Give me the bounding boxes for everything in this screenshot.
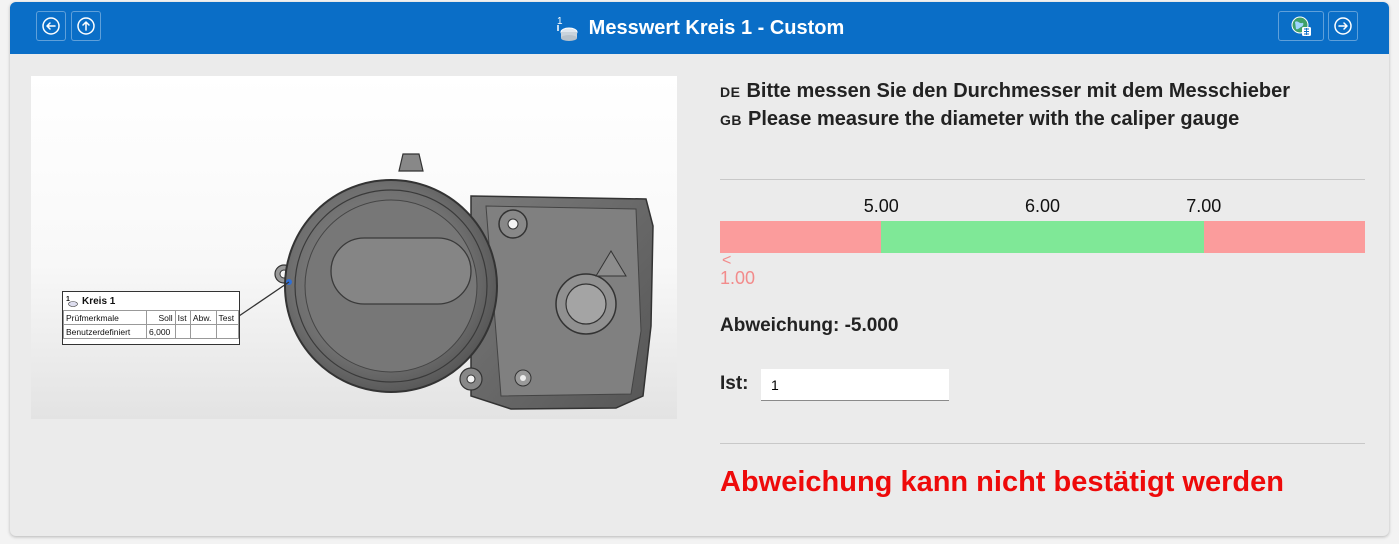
- ist-label: Ist:: [720, 373, 749, 394]
- tolerance-low-zone: [720, 221, 882, 253]
- instruction-gb: GB Please measure the diameter with the c…: [720, 108, 1239, 131]
- divider: [720, 179, 1365, 180]
- table-row: Benutzerdefiniert 6,000: [63, 324, 239, 339]
- language-code: GB: [720, 112, 742, 128]
- scale-tick-label: 6.00: [1024, 196, 1061, 216]
- header-title-area: 1 Messwert Kreis 1 - Custom: [10, 2, 1389, 54]
- globe-language-icon: [1291, 16, 1311, 36]
- callout-grid: Prüfmerkmale Soll Ist Abw. Test Benutzer…: [63, 310, 239, 339]
- part-drawing-image: 1 Kreis 1 Prüfmerkmale Soll Ist Abw. Tes…: [31, 76, 677, 419]
- instruction-text: Bitte messen Sie den Durchmesser mit dem…: [746, 80, 1290, 102]
- callout-title: Kreis 1: [82, 295, 116, 307]
- table-cell: [174, 324, 191, 339]
- deviation-display: Abweichung: -5.000: [720, 315, 898, 337]
- language-button[interactable]: [1278, 11, 1324, 41]
- measurement-panel: 1 Messwert Kreis 1 - Custom 1 Kreis 1 Pr…: [10, 2, 1389, 536]
- column-header: Prüfmerkmale: [63, 310, 147, 325]
- header-bar: 1 Messwert Kreis 1 - Custom: [10, 2, 1389, 54]
- table-cell: [215, 324, 239, 339]
- page-title: Messwert Kreis 1 - Custom: [588, 16, 845, 39]
- forward-arrow-icon: [1334, 17, 1352, 35]
- language-code: DE: [720, 84, 741, 100]
- scale-tick-label: 5.00: [863, 196, 899, 216]
- column-header: Ist: [174, 310, 191, 325]
- instruction-de: DE Bitte messen Sie den Durchmesser mit d…: [720, 80, 1290, 103]
- column-header: Soll: [146, 310, 176, 325]
- deviation-label: Abweichung:: [720, 315, 840, 336]
- deviation-value: -5.000: [844, 315, 899, 336]
- table-cell: Benutzerdefiniert: [63, 324, 147, 339]
- table-cell: 6,000: [146, 324, 176, 339]
- divider: [720, 443, 1365, 444]
- feature-callout-table: 1 Kreis 1 Prüfmerkmale Soll Ist Abw. Tes…: [62, 291, 240, 345]
- table-header-row: Prüfmerkmale Soll Ist Abw. Test: [63, 310, 239, 325]
- instruction-text: Please measure the diameter with the cal…: [748, 108, 1240, 130]
- tolerance-high-zone: [1203, 221, 1365, 253]
- column-header: Test: [215, 310, 239, 325]
- tolerance-bar: [720, 221, 1365, 253]
- caliper-circle-icon: 1: [557, 16, 578, 41]
- ist-input[interactable]: [761, 369, 949, 401]
- engine-cover-drawing: [238, 153, 654, 410]
- tolerance-ok-zone: [881, 221, 1204, 253]
- scale-tick-label: 7.00: [1186, 196, 1222, 216]
- caliper-circle-icon: 1: [66, 296, 78, 307]
- callout-header: 1 Kreis 1: [63, 292, 239, 310]
- table-cell: [189, 324, 217, 339]
- measured-value-marker: 1.00: [720, 268, 756, 288]
- forward-button[interactable]: [1328, 11, 1358, 41]
- error-message: Abweichung kann nicht bestätigt werden: [720, 466, 1284, 498]
- column-header: Abw.: [189, 310, 217, 325]
